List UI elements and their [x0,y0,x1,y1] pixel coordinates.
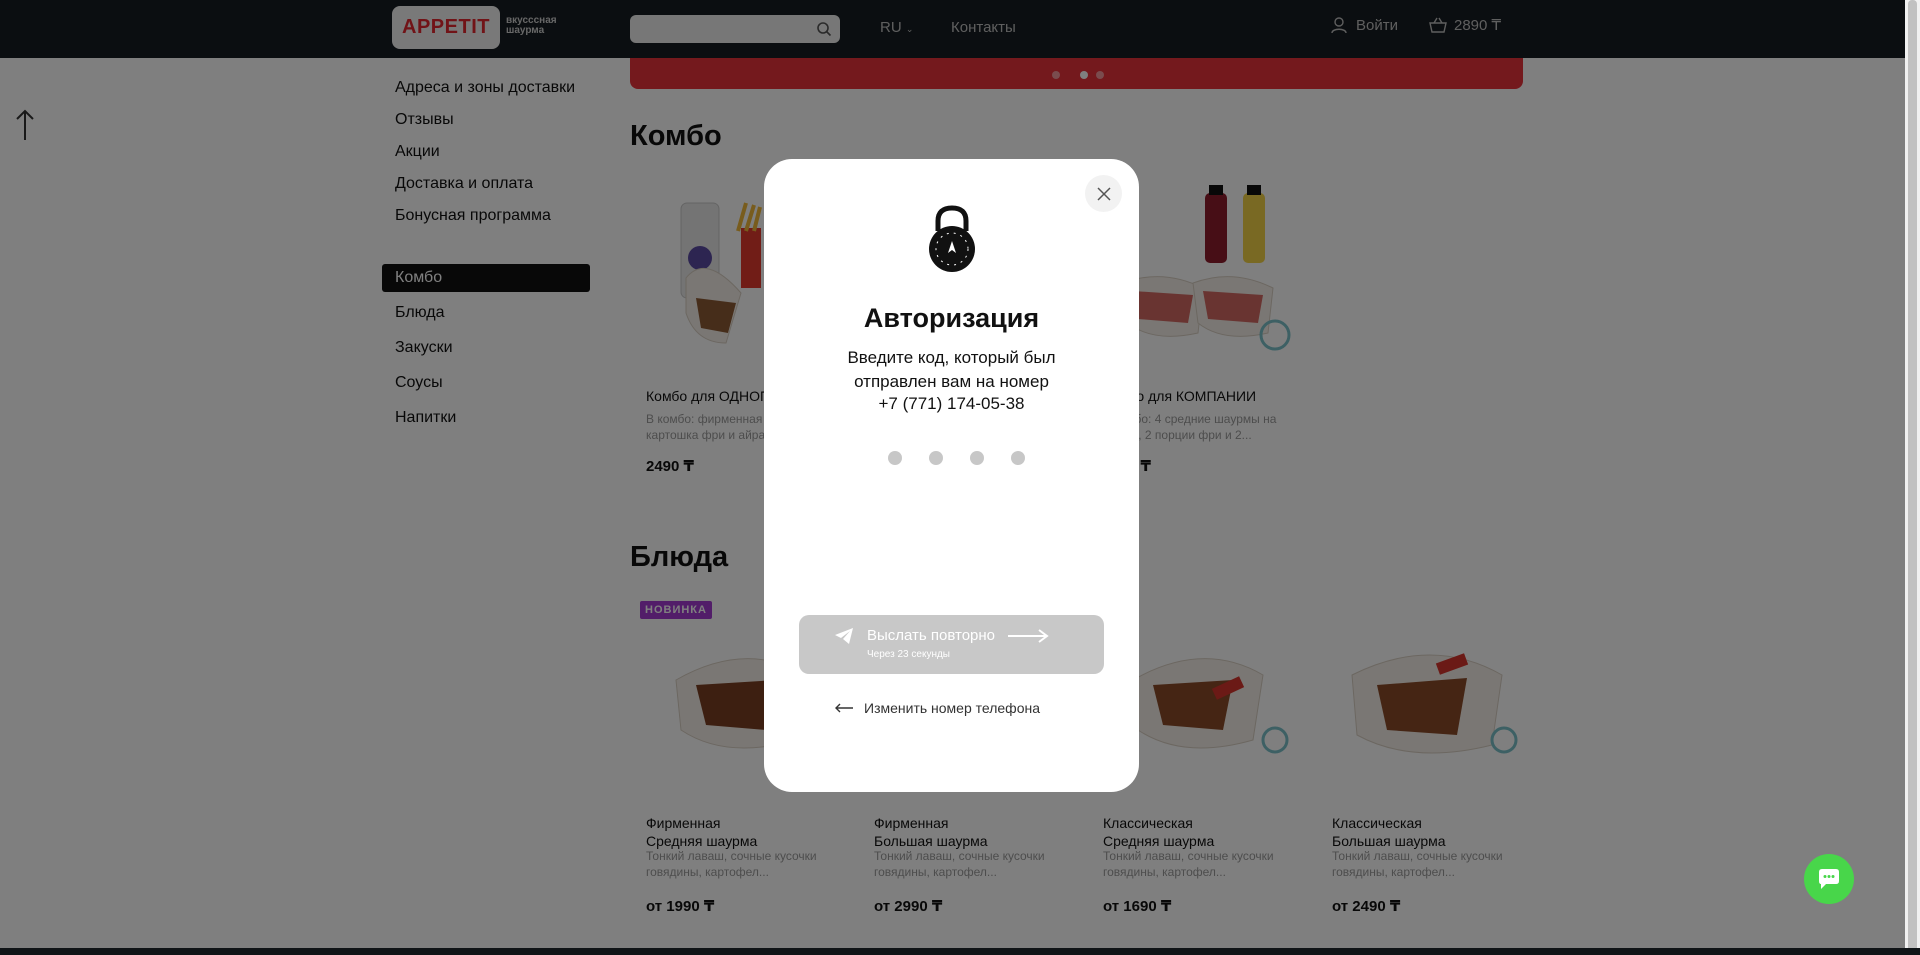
lock-icon [929,205,975,272]
scrollbar-thumb[interactable] [1908,0,1917,955]
modal-title: Авторизация [863,303,1040,333]
phone-number: +7 (771) 174-05-38 [878,394,1025,413]
arrow-right-icon [1008,629,1049,643]
code-digit[interactable] [1011,451,1025,465]
code-digit[interactable] [888,451,902,465]
close-icon [1096,186,1111,201]
chat-button[interactable] [1804,854,1854,904]
code-digit[interactable] [970,451,984,465]
code-input[interactable] [888,451,1025,465]
change-phone-label: Изменить номер телефона [864,700,1040,716]
resend-code-button[interactable]: Выслать повторно Через 23 секунды [799,615,1104,674]
auth-modal: Авторизация Введите код, который был отп… [764,159,1139,792]
chat-icon [1819,869,1839,889]
arrow-left-icon [835,703,853,713]
close-button[interactable] [1085,175,1122,212]
os-taskbar [0,948,1920,955]
modal-instructions: Введите код, который был отправлен вам н… [847,348,1056,391]
scrollbar[interactable] [1905,0,1920,955]
code-digit[interactable] [929,451,943,465]
paper-plane-icon [835,628,853,644]
resend-label: Выслать повторно [867,627,996,644]
change-phone-link[interactable]: Изменить номер телефона [834,700,1040,716]
resend-countdown: Через 23 секунды [867,649,950,660]
